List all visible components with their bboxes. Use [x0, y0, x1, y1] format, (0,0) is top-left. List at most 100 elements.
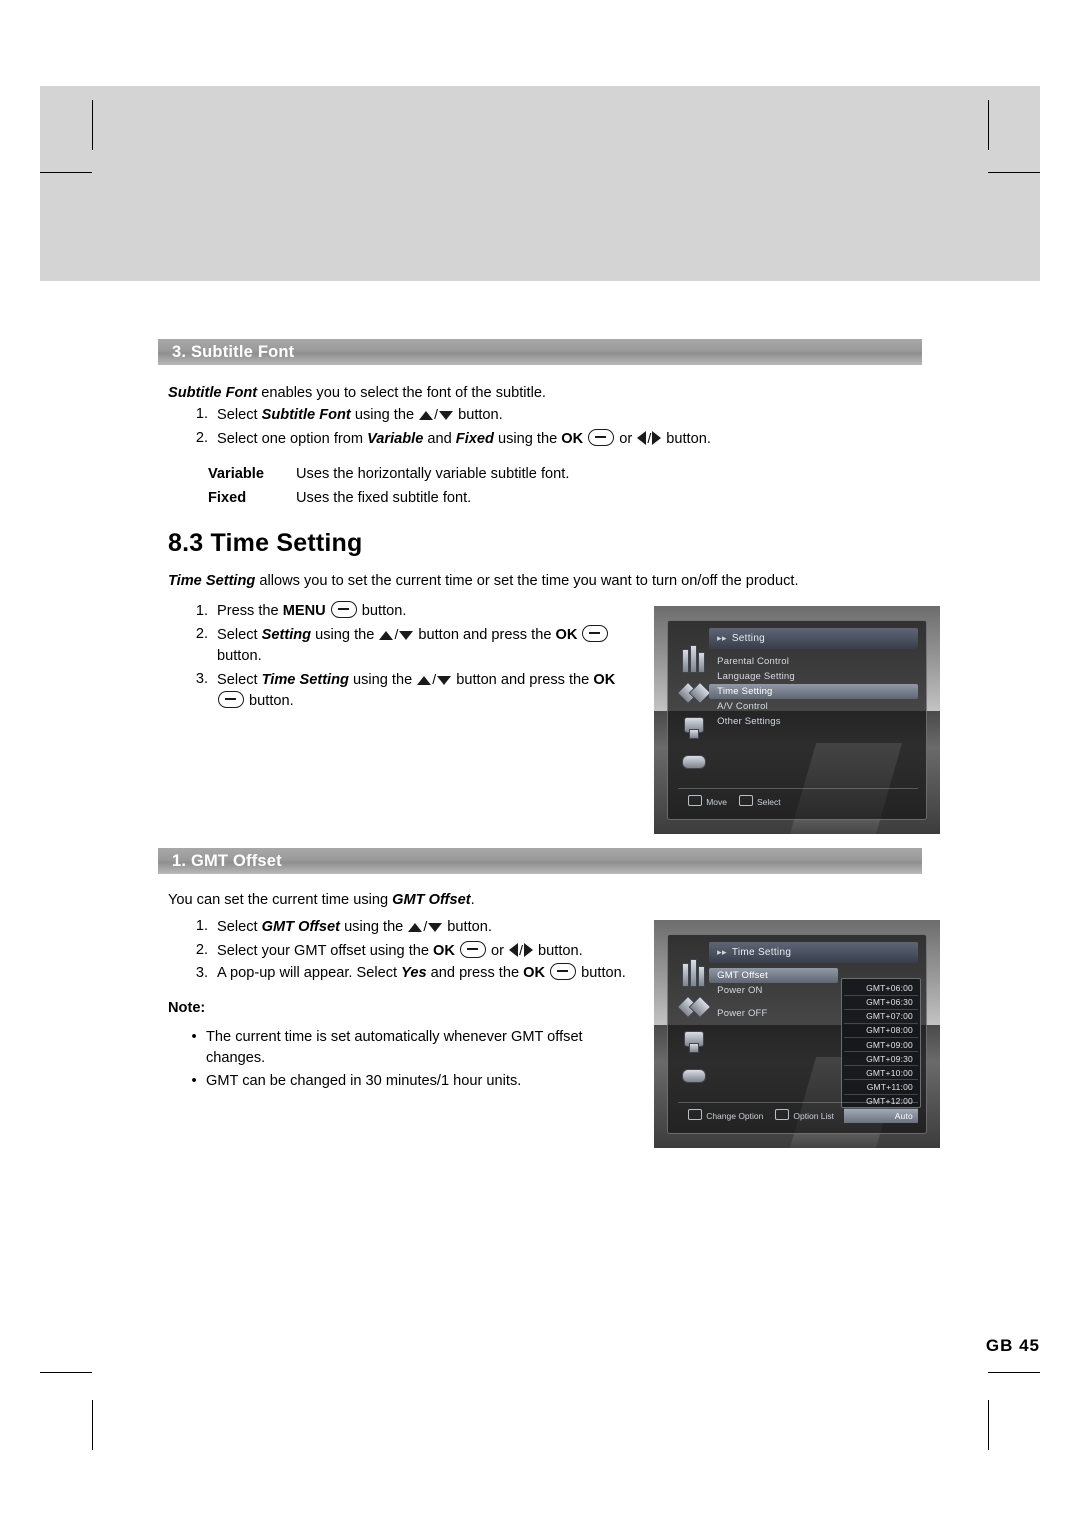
footer-hint-change-option: Change Option	[688, 1108, 763, 1121]
osd-title-label: Setting	[731, 633, 766, 645]
option-item[interactable]: GMT+10:00	[843, 1066, 918, 1081]
option-label: GMT+09:00	[866, 1039, 913, 1050]
ok-key-icon	[775, 1108, 790, 1120]
step-text: Select Subtitle Font using the / button.	[217, 406, 503, 423]
list-item: 2. Select one option from Variable and F…	[182, 428, 942, 451]
menu-item-label: A/V Control	[717, 701, 768, 713]
step-text-bold: GMT Offset	[261, 919, 341, 935]
definition-term: Variable	[208, 466, 264, 482]
option-item[interactable]: GMT+07:00	[843, 1010, 918, 1024]
ok-key-icon	[582, 624, 609, 642]
menu-item-label: Language Setting	[717, 671, 795, 683]
menu-item-label: Parental Control	[717, 656, 790, 668]
gmt-offset-intro-post: .	[470, 892, 475, 908]
step-text-bold2: Fixed	[455, 430, 494, 447]
step-text-bold: Yes	[401, 965, 427, 981]
up-arrow-icon	[419, 411, 434, 420]
option-item[interactable]: GMT+09:00	[843, 1038, 918, 1053]
option-item[interactable]: GMT+11:00	[843, 1080, 918, 1095]
ok-key-icon	[218, 691, 244, 708]
step-text-bold: Subtitle Font	[261, 407, 351, 423]
subtitle-font-steps: 1. Select Subtitle Font using the / butt…	[182, 404, 942, 451]
note-text: The current time is set automatically wh…	[206, 1029, 583, 1066]
step-text-post: button.	[443, 919, 492, 935]
note-heading: Note:	[168, 1000, 206, 1016]
menu-item-power-off[interactable]: Power OFF	[709, 1006, 838, 1021]
step-number: 1.	[195, 918, 208, 934]
time-setting-intro-rest: allows you to set the current time or se…	[255, 573, 799, 589]
option-item[interactable]: GMT+09:30	[843, 1052, 918, 1067]
right-arrow-icon	[652, 430, 662, 445]
ok-key-icon	[738, 794, 753, 806]
screenshot-time-setting-menu: ▸▸ Time Setting GMT Offset Power ON Powe…	[654, 920, 940, 1148]
step-text-post: button.	[357, 603, 407, 619]
subtitle-font-intro-bold: Subtitle Font	[168, 385, 258, 401]
osd-title-label: Time Setting	[731, 947, 792, 959]
step-text: Select one option from Variable and Fixe…	[217, 428, 711, 447]
subtitle-font-definitions: Variable Uses the horizontally variable …	[208, 462, 908, 510]
footer-hint-option-list: Option List	[775, 1108, 834, 1121]
gmt-offset-option-list[interactable]: GMT+06:00 GMT+06:30 GMT+07:00 GMT+08:00 …	[840, 978, 921, 1123]
list-item: • The current time is set automatically …	[182, 1027, 612, 1069]
down-arrow-icon	[428, 923, 443, 932]
option-label: GMT+07:00	[866, 1011, 913, 1022]
menu-item-label: Other Settings	[717, 716, 781, 728]
definition-term: Fixed	[208, 490, 247, 506]
step-text-mid2: button and press the	[414, 626, 556, 643]
step-text-post: button.	[454, 407, 503, 423]
step-text-post: button.	[533, 942, 583, 959]
menu-item-language-setting[interactable]: Language Setting	[709, 669, 918, 684]
section-bar-gmt-offset-label: 1. GMT Offset	[172, 851, 282, 870]
osd-title-bar: ▸▸ Setting	[709, 627, 919, 650]
step-text-post: button.	[217, 648, 262, 664]
menu-item-other-settings[interactable]: Other Settings	[709, 714, 918, 729]
time-setting-intro-bold: Time Setting	[168, 573, 256, 589]
list-item: 3. A pop-up will appear. Select Yes and …	[182, 963, 652, 985]
settings-icon	[678, 1029, 716, 1059]
osd-footer: Move Select	[678, 787, 919, 814]
chevron-right-icon: ▸▸	[717, 633, 727, 644]
step-text-pre: Select	[217, 671, 262, 688]
section-bar-gmt-offset: 1. GMT Offset	[158, 848, 922, 874]
step-number: 3.	[195, 670, 208, 687]
step-text-pre: Select	[217, 626, 262, 643]
step-text: A pop-up will appear. Select Yes and pre…	[217, 963, 652, 985]
step-text-mid2: using the	[493, 430, 562, 447]
ok-key-label: OK	[555, 626, 578, 643]
ok-key-label: OK	[433, 942, 455, 959]
list-item: 1. Select GMT Offset using the / button.	[182, 916, 652, 939]
step-text-mid: using the	[348, 671, 417, 688]
left-arrow-icon	[637, 430, 647, 445]
step-text-post: button.	[662, 430, 711, 447]
gmt-offset-steps: 1. Select GMT Offset using the / button.…	[182, 916, 652, 986]
right-arrow-icon	[523, 942, 533, 957]
step-text-bold: Time Setting	[261, 671, 349, 688]
list-item: 3. Select Time Setting using the / butto…	[182, 669, 642, 713]
menu-item-av-control[interactable]: A/V Control	[709, 699, 918, 714]
gmt-offset-intro-pre: You can set the current time using	[168, 892, 393, 908]
list-item: Variable Uses the horizontally variable …	[208, 462, 908, 486]
step-text-post: button.	[245, 693, 294, 709]
option-item[interactable]: GMT+06:30	[843, 996, 918, 1010]
definition-desc: Uses the horizontally variable subtitle …	[296, 466, 570, 482]
option-item[interactable]: GMT+08:00	[843, 1024, 918, 1038]
menu-key-icon	[330, 601, 357, 618]
step-number: 1.	[195, 406, 208, 422]
option-item[interactable]: GMT+06:00	[843, 981, 918, 996]
page-title: 8.3 Time Setting	[168, 529, 363, 557]
note-bullets: • The current time is set automatically …	[182, 1027, 612, 1094]
menu-item-label: Power ON	[717, 985, 763, 997]
list-item: 1. Select Subtitle Font using the / butt…	[182, 404, 942, 427]
page-number: GB 45	[985, 1336, 1040, 1355]
menu-item-time-setting[interactable]: Time Setting	[709, 684, 919, 700]
footer-hint-label: Select	[756, 796, 781, 807]
menu-item-power-on[interactable]: Power ON	[709, 983, 838, 998]
arrow-keys-icon	[688, 794, 703, 806]
osd-icon-column	[674, 943, 712, 1106]
menu-item-parental-control[interactable]: Parental Control	[709, 654, 918, 669]
menu-item-gmt-offset[interactable]: GMT Offset	[709, 968, 839, 984]
down-arrow-icon	[437, 675, 452, 685]
option-label: GMT+11:00	[866, 1082, 913, 1093]
up-arrow-icon	[408, 923, 423, 932]
ok-key-label: OK	[593, 671, 616, 688]
